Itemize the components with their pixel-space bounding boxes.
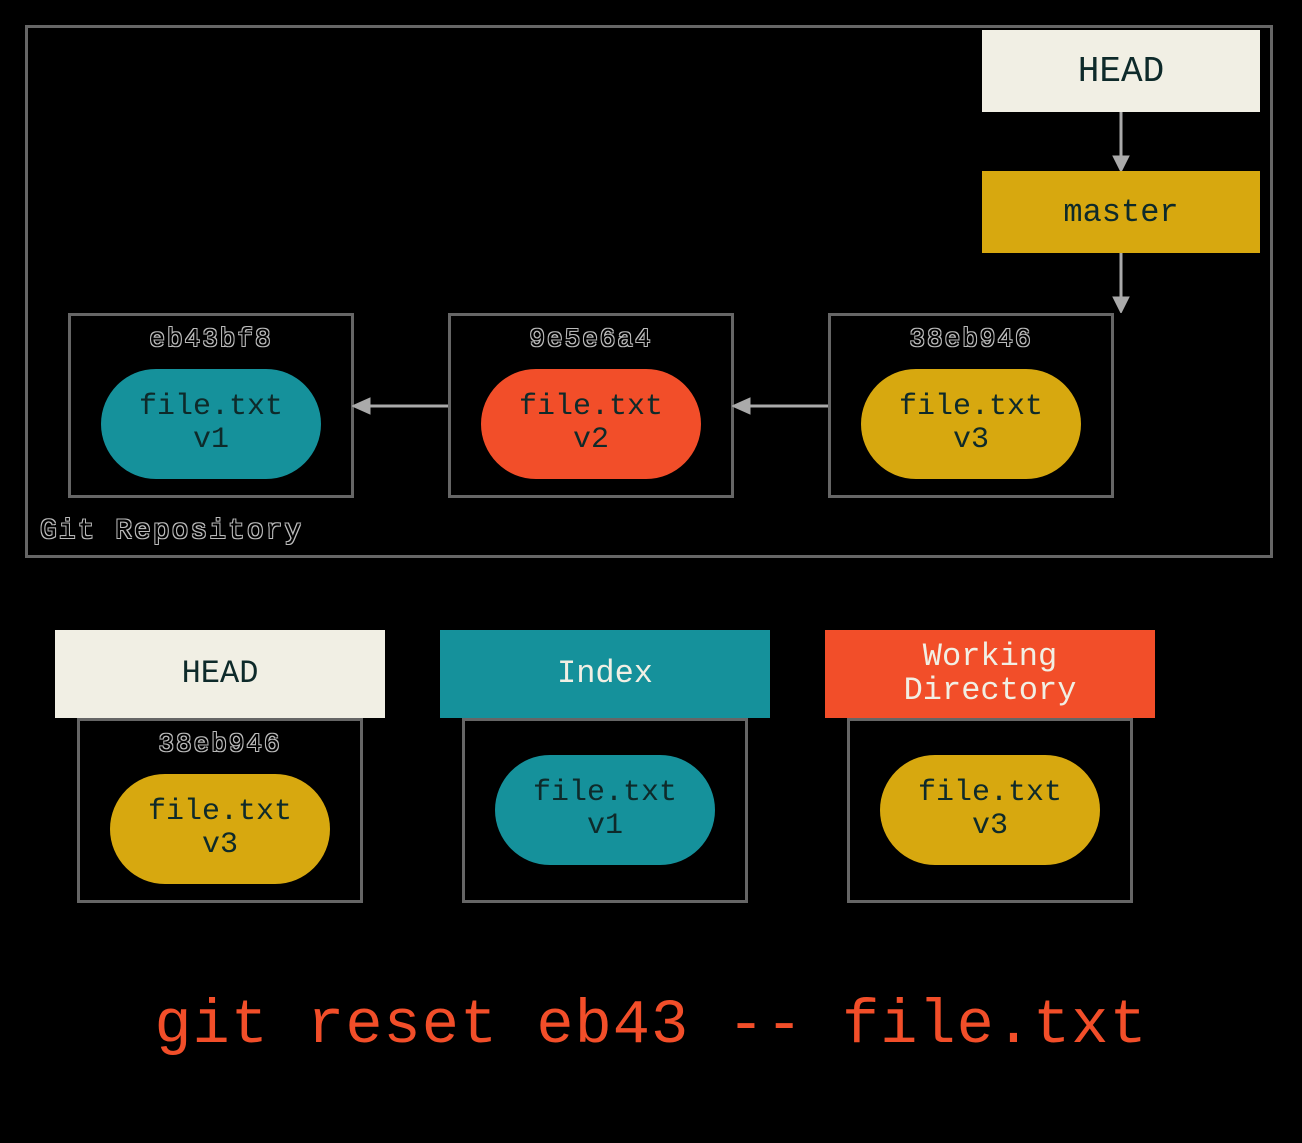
git-repository-label: Git Repository bbox=[40, 516, 303, 547]
index-tree-header: Index bbox=[440, 630, 770, 718]
file-name: file.txt bbox=[148, 796, 292, 829]
commit-box-eb43bf8: eb43bf8 file.txt v1 bbox=[68, 313, 354, 498]
git-command: git reset eb43 -- file.txt bbox=[0, 990, 1302, 1061]
file-version: v3 bbox=[972, 810, 1008, 843]
commit-box-9e5e6a4: 9e5e6a4 file.txt v2 bbox=[448, 313, 734, 498]
commit-hash: eb43bf8 bbox=[71, 324, 351, 354]
file-name: file.txt bbox=[519, 391, 663, 424]
index-tree-box: file.txt v1 bbox=[462, 718, 748, 903]
file-version: v1 bbox=[587, 810, 623, 843]
file-name: file.txt bbox=[139, 391, 283, 424]
arrow-commit2-to-commit1 bbox=[352, 395, 450, 417]
file-version: v1 bbox=[193, 424, 229, 457]
file-version: v2 bbox=[573, 424, 609, 457]
head-tree-box: 38eb946 file.txt v3 bbox=[77, 718, 363, 903]
master-branch-box: master bbox=[982, 171, 1260, 253]
arrow-master-to-commit bbox=[1110, 253, 1132, 313]
commit-hash: 9e5e6a4 bbox=[451, 324, 731, 354]
file-pill: file.txt v3 bbox=[110, 774, 330, 884]
working-directory-tree-box: file.txt v3 bbox=[847, 718, 1133, 903]
head-ref-box: HEAD bbox=[982, 30, 1260, 112]
file-version: v3 bbox=[953, 424, 989, 457]
file-name: file.txt bbox=[899, 391, 1043, 424]
file-pill: file.txt v1 bbox=[495, 755, 715, 865]
file-pill: file.txt v3 bbox=[861, 369, 1081, 479]
file-pill: file.txt v3 bbox=[880, 755, 1100, 865]
file-version: v3 bbox=[202, 829, 238, 862]
file-pill: file.txt v1 bbox=[101, 369, 321, 479]
file-name: file.txt bbox=[918, 777, 1062, 810]
head-tree-header: HEAD bbox=[55, 630, 385, 718]
head-tree-hash: 38eb946 bbox=[80, 729, 360, 759]
commit-box-38eb946: 38eb946 file.txt v3 bbox=[828, 313, 1114, 498]
file-pill: file.txt v2 bbox=[481, 369, 701, 479]
working-directory-tree-header: Working Directory bbox=[825, 630, 1155, 718]
arrow-head-to-master bbox=[1110, 112, 1132, 172]
commit-hash: 38eb946 bbox=[831, 324, 1111, 354]
arrow-commit3-to-commit2 bbox=[732, 395, 830, 417]
file-name: file.txt bbox=[533, 777, 677, 810]
